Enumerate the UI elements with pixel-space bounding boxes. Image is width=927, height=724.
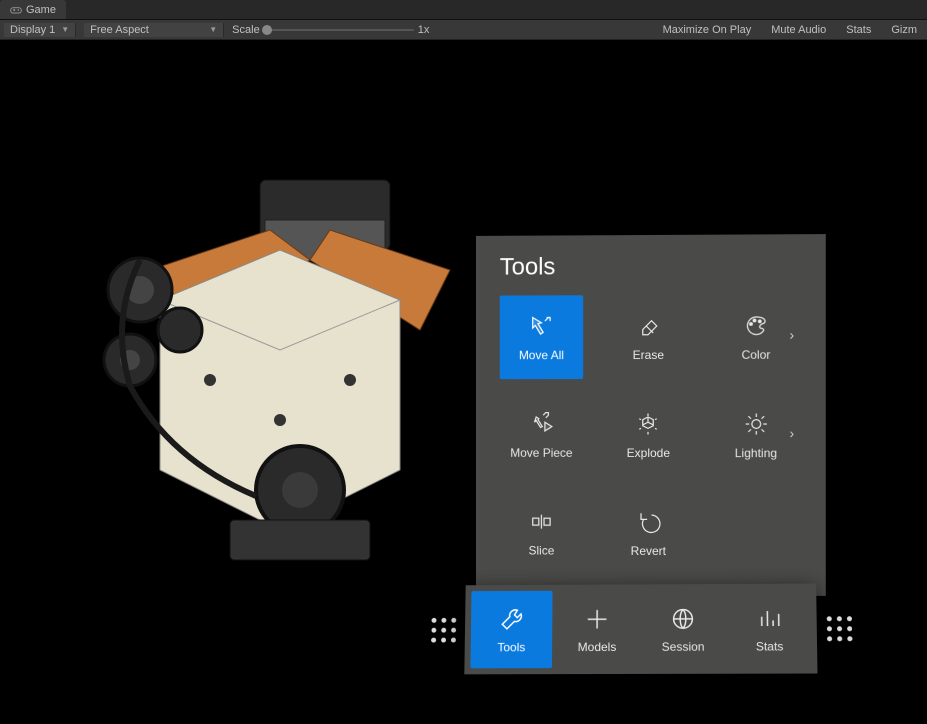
slider-thumb[interactable] <box>262 25 272 35</box>
dock-item-session[interactable]: Session <box>642 590 724 668</box>
gamepad-icon <box>10 5 22 15</box>
tool-label: Move All <box>519 348 564 362</box>
engine-3d-model[interactable] <box>70 160 490 580</box>
explode-icon <box>634 410 662 438</box>
dock-item-label: Session <box>662 640 705 654</box>
mute-audio-button[interactable]: Mute Audio <box>765 24 832 36</box>
dock-drag-handle-left[interactable] <box>431 617 455 642</box>
aspect-label: Free Aspect <box>90 24 149 36</box>
display-dropdown[interactable]: Display 1 ▼ <box>4 23 76 37</box>
move-all-icon <box>528 312 556 340</box>
tool-explode[interactable]: Explode <box>606 393 690 477</box>
tool-revert[interactable]: Revert <box>606 491 690 575</box>
tools-panel-title: Tools <box>500 252 802 281</box>
tools-panel: Tools Move All Erase Color › <box>476 234 826 596</box>
lighting-icon <box>742 410 770 438</box>
tool-label: Explode <box>627 446 670 460</box>
slice-icon <box>528 508 556 536</box>
color-icon <box>742 312 770 340</box>
dock-item-label: Stats <box>756 639 784 653</box>
dock-item-models[interactable]: Models <box>556 590 638 668</box>
game-tab[interactable]: Game <box>0 0 66 19</box>
chevron-right-icon: › <box>789 327 794 343</box>
editor-control-bar: Display 1 ▼ Free Aspect ▼ Scale 1x Maxim… <box>0 20 927 40</box>
dock-body: Tools Models Session Stats <box>464 584 817 675</box>
tool-label: Slice <box>528 544 554 558</box>
aspect-dropdown[interactable]: Free Aspect ▼ <box>84 23 224 37</box>
display-label: Display 1 <box>10 24 55 36</box>
stats-icon <box>754 604 785 634</box>
chevron-down-icon: ▼ <box>61 25 69 34</box>
tool-erase[interactable]: Erase <box>606 295 690 379</box>
tool-slice[interactable]: Slice <box>500 491 583 575</box>
tool-move-all[interactable]: Move All <box>500 295 583 379</box>
scale-slider[interactable] <box>264 29 414 31</box>
tool-label: Move Piece <box>510 446 572 460</box>
tools-grid: Move All Erase Color › Move Piece <box>500 294 802 575</box>
game-viewport[interactable]: Tools Move All Erase Color › <box>0 40 927 724</box>
tool-label: Revert <box>631 544 666 558</box>
chevron-down-icon: ▼ <box>209 25 217 34</box>
dock-bar: Tools Models Session Stats <box>431 583 852 674</box>
tool-label: Erase <box>633 348 664 362</box>
tool-lighting[interactable]: Lighting › <box>714 393 798 477</box>
wrench-icon <box>497 605 527 635</box>
globe-icon <box>668 604 698 634</box>
tool-label: Lighting <box>735 446 777 460</box>
revert-icon <box>634 508 662 536</box>
scale-value: 1x <box>418 24 430 36</box>
maximize-on-play-button[interactable]: Maximize On Play <box>657 24 758 36</box>
editor-tab-bar: Game <box>0 0 927 20</box>
move-piece-icon <box>528 410 556 438</box>
erase-icon <box>634 312 662 340</box>
tool-color[interactable]: Color › <box>714 294 798 378</box>
dock-item-label: Tools <box>497 640 525 654</box>
tool-move-piece[interactable]: Move Piece <box>500 393 583 477</box>
dock-item-tools[interactable]: Tools <box>470 591 552 669</box>
stats-toggle-button[interactable]: Stats <box>840 24 877 36</box>
scale-label: Scale <box>232 24 260 36</box>
plus-icon <box>582 604 612 634</box>
gizmos-button[interactable]: Gizm <box>885 24 923 36</box>
dock-item-label: Models <box>578 640 617 654</box>
dock-item-stats[interactable]: Stats <box>728 590 811 668</box>
game-tab-label: Game <box>26 4 56 16</box>
scale-control: Scale 1x <box>232 24 429 36</box>
chevron-right-icon: › <box>789 425 794 441</box>
tool-label: Color <box>741 348 770 362</box>
dock-drag-handle-right[interactable] <box>827 616 852 641</box>
